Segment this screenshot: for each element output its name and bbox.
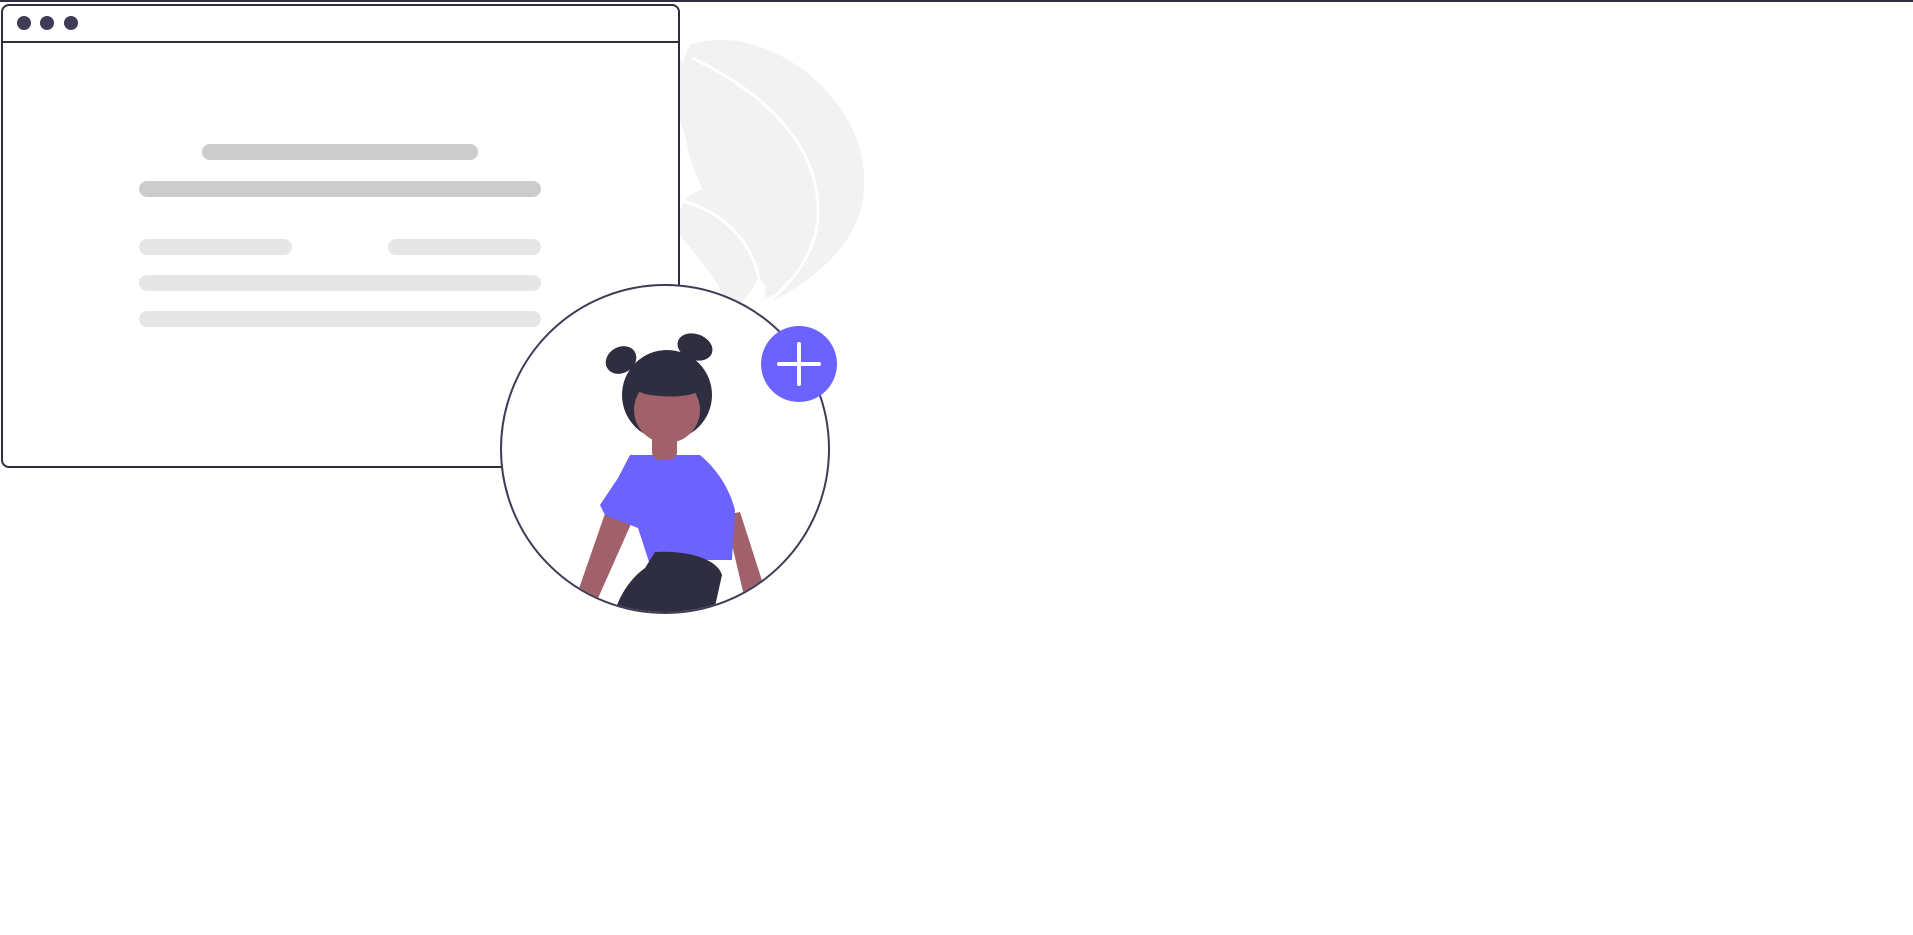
window-dot-2 [40,16,54,30]
window-dot-3 [64,16,78,30]
add-button[interactable] [761,326,837,402]
placeholder-subheading [139,181,541,197]
window-dot-1 [17,16,31,30]
placeholder-field-left [139,239,292,255]
placeholder-line-1 [139,275,541,291]
placeholder-line-2 [139,311,541,327]
placeholder-field-right [388,239,541,255]
placeholder-heading [202,144,478,160]
add-user-illustration [1,4,865,614]
illustration-canvas [0,0,1913,935]
decorative-leaves [676,39,865,310]
